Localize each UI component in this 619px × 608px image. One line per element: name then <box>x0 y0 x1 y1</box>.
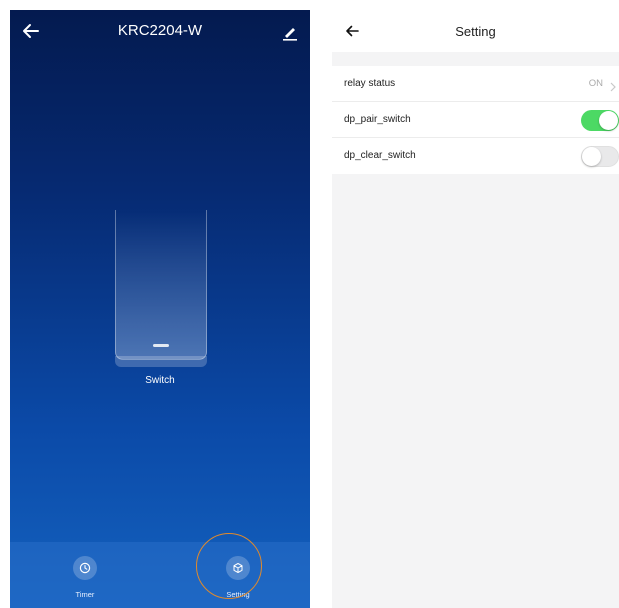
switch-button-base <box>115 356 207 367</box>
relay-status-value: ON <box>588 78 603 89</box>
dp-pair-switch-row: dp_pair_switch <box>332 102 619 138</box>
settings-header: Setting <box>332 10 619 52</box>
timer-icon-circle <box>73 556 97 580</box>
dp-clear-switch-toggle[interactable] <box>581 146 619 167</box>
timer-label: Timer <box>75 590 95 599</box>
edit-pencil-icon[interactable] <box>280 22 300 42</box>
dp-clear-switch-row: dp_clear_switch <box>332 138 619 174</box>
switch-indicator <box>153 344 169 347</box>
toggle-knob <box>582 147 601 166</box>
dp-pair-switch-label: dp_pair_switch <box>344 114 411 125</box>
device-title: KRC2204-W <box>117 22 203 39</box>
top-bar: KRC2204-W <box>10 10 310 54</box>
bottom-nav: Timer Setting <box>10 542 310 608</box>
timer-button[interactable]: Timer <box>40 542 130 608</box>
switch-label: Switch <box>145 375 175 386</box>
toggle-knob <box>599 111 618 130</box>
settings-screen: Setting relay status ON dp_pair_switch d… <box>332 10 619 608</box>
switch-button[interactable] <box>115 210 207 360</box>
settings-title: Setting <box>455 24 496 39</box>
relay-status-row[interactable]: relay status ON <box>332 66 619 102</box>
highlight-ring <box>196 533 262 599</box>
settings-list: relay status ON dp_pair_switch dp_clear_… <box>332 66 619 174</box>
chevron-right-icon <box>609 79 617 92</box>
device-control-screen: KRC2204-W Switch Timer Setting <box>10 10 310 608</box>
relay-status-label: relay status <box>344 78 396 89</box>
dp-pair-switch-toggle[interactable] <box>581 110 619 131</box>
dp-clear-switch-label: dp_clear_switch <box>344 150 416 161</box>
